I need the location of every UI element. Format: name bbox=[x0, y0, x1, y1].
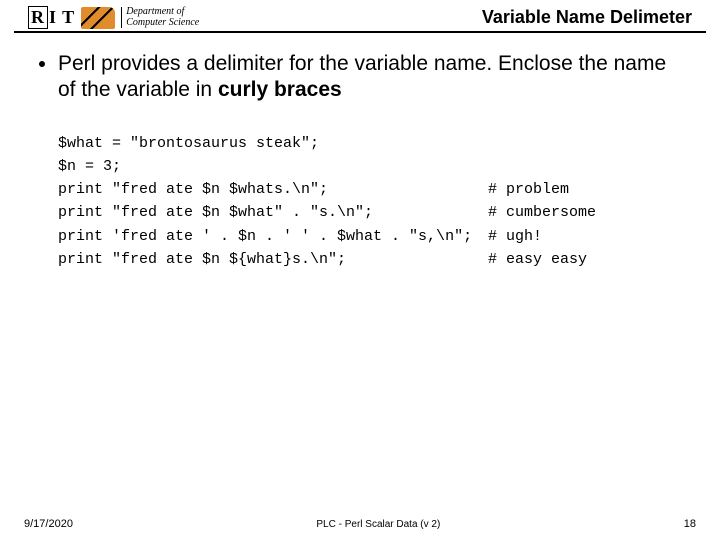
code-right: # ugh! bbox=[488, 225, 686, 248]
logo-block: R I T Department of Computer Science bbox=[28, 6, 199, 29]
footer-center: PLC - Perl Scalar Data (v 2) bbox=[316, 519, 440, 530]
department-label: Department of Computer Science bbox=[121, 7, 199, 28]
code-right: # easy easy bbox=[488, 248, 686, 271]
code-right bbox=[488, 132, 686, 155]
code-block: $what = "brontosaurus steak"; $n = 3; pr… bbox=[58, 132, 686, 272]
slide-header: R I T Department of Computer Science Var… bbox=[14, 0, 706, 33]
bullet-list: Perl provides a delimiter for the variab… bbox=[34, 51, 686, 104]
rit-logo: R I T bbox=[28, 6, 75, 29]
dept-line1: Department of bbox=[126, 6, 184, 17]
tiger-icon bbox=[81, 7, 115, 29]
code-row: $n = 3; bbox=[58, 155, 686, 178]
code-left: print "fred ate $n $what" . "s.\n"; bbox=[58, 201, 488, 224]
code-row: print "fred ate $n $what" . "s.\n"; # cu… bbox=[58, 201, 686, 224]
code-right: # cumbersome bbox=[488, 201, 686, 224]
code-row: $what = "brontosaurus steak"; bbox=[58, 132, 686, 155]
footer-page: 18 bbox=[684, 518, 696, 530]
dept-line2: Computer Science bbox=[126, 17, 199, 28]
bullet-item: Perl provides a delimiter for the variab… bbox=[58, 51, 686, 104]
code-row: print 'fred ate ' . $n . ' ' . $what . "… bbox=[58, 225, 686, 248]
code-right bbox=[488, 155, 686, 178]
rit-logo-it: I T bbox=[49, 7, 75, 28]
bullet-text: Perl provides a delimiter for the variab… bbox=[58, 52, 666, 101]
rit-logo-r: R bbox=[28, 6, 48, 29]
slide-footer: 9/17/2020 PLC - Perl Scalar Data (v 2) 1… bbox=[0, 518, 720, 530]
code-left: $n = 3; bbox=[58, 155, 488, 178]
code-row: print "fred ate $n ${what}s.\n"; # easy … bbox=[58, 248, 686, 271]
slide-body: Perl provides a delimiter for the variab… bbox=[0, 33, 720, 271]
code-left: $what = "brontosaurus steak"; bbox=[58, 132, 488, 155]
code-left: print 'fred ate ' . $n . ' ' . $what . "… bbox=[58, 225, 488, 248]
code-left: print "fred ate $n ${what}s.\n"; bbox=[58, 248, 488, 271]
code-right: # problem bbox=[488, 178, 686, 201]
code-row: print "fred ate $n $whats.\n"; # problem bbox=[58, 178, 686, 201]
slide-title: Variable Name Delimeter bbox=[482, 7, 692, 28]
bullet-bold: curly braces bbox=[218, 78, 342, 101]
code-left: print "fred ate $n $whats.\n"; bbox=[58, 178, 488, 201]
footer-date: 9/17/2020 bbox=[24, 518, 73, 530]
